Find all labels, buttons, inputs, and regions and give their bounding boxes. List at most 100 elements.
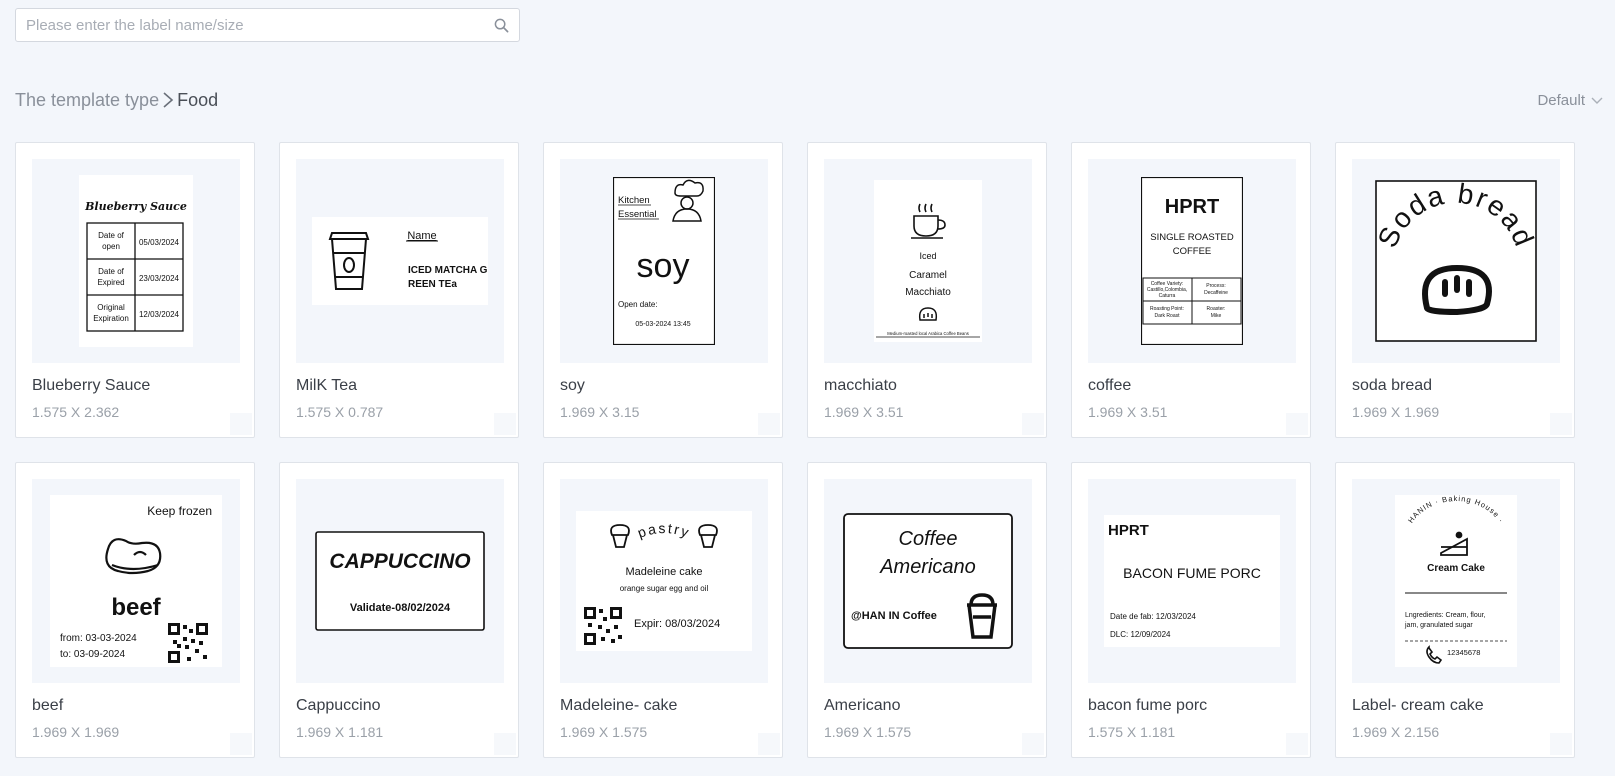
template-card[interactable]: HPRT BACON FUME PORC Date de fab: 12/03/…	[1071, 462, 1311, 758]
template-card[interactable]: pastry Madeleine cake orange sugar egg a…	[543, 462, 783, 758]
template-thumbnail: HPRT BACON FUME PORC Date de fab: 12/03/…	[1088, 479, 1296, 683]
template-card[interactable]: Iced Caramel Macchiato Medium-roasted lo…	[807, 142, 1047, 438]
template-name: Blueberry Sauce	[32, 377, 151, 394]
template-name: Madeleine- cake	[560, 697, 678, 714]
template-card[interactable]: Kitchen Essential soy Open date: 05-03-2…	[543, 142, 783, 438]
svg-text:Iced: Iced	[919, 251, 936, 261]
svg-text:Validate-08/02/2024: Validate-08/02/2024	[350, 602, 451, 614]
svg-text:orange sugar egg and oil: orange sugar egg and oil	[620, 584, 709, 593]
svg-text:Caramel: Caramel	[909, 270, 947, 281]
svg-text:Lngredients: Cream, flour,: Lngredients: Cream, flour,	[1405, 612, 1486, 619]
qr-code-icon	[168, 623, 208, 663]
template-size: 1.969 X 1.181	[296, 724, 384, 740]
template-name: Cappuccino	[296, 697, 381, 714]
search-box[interactable]	[15, 8, 520, 42]
svg-text:Date of: Date of	[98, 231, 125, 240]
template-size: 1.969 X 1.969	[32, 724, 120, 740]
svg-text:Process:: Process:	[1206, 283, 1225, 289]
svg-text:05/03/2024: 05/03/2024	[139, 238, 180, 247]
label-preview-milk-tea: Name ICED MATCHA G REEN TEa	[312, 217, 488, 305]
template-size: 1.575 X 2.362	[32, 404, 120, 420]
svg-text:Madeleine cake: Madeleine cake	[625, 566, 702, 578]
template-size: 1.969 X 3.51	[824, 404, 904, 420]
template-name: soy	[560, 377, 585, 394]
svg-text:23/03/2024: 23/03/2024	[139, 274, 180, 283]
svg-text:Name: Name	[407, 230, 436, 242]
svg-text:@HAN IN Coffee: @HAN IN Coffee	[851, 610, 937, 622]
svg-text:SINGLE ROASTED: SINGLE ROASTED	[1150, 232, 1234, 243]
svg-text:Macchiato: Macchiato	[905, 287, 951, 298]
template-card[interactable]: Blueberry Sauce Date of open 05/03/2024 …	[15, 142, 255, 438]
template-thumbnail: Coffee Americano @HAN IN Coffee	[824, 479, 1032, 683]
sort-dropdown[interactable]: Default	[1537, 92, 1603, 109]
sort-label: Default	[1537, 92, 1585, 109]
label-preview-americano: Coffee Americano @HAN IN Coffee	[843, 513, 1013, 649]
svg-text:REEN TEa: REEN TEa	[408, 279, 457, 290]
svg-text:Americano: Americano	[879, 556, 976, 578]
template-size: 1.969 X 3.15	[560, 404, 640, 420]
template-card[interactable]: Name ICED MATCHA G REEN TEa MilK Tea 1.5…	[279, 142, 519, 438]
template-thumbnail: Soda bread	[1352, 159, 1560, 363]
svg-text:DLC: 12/09/2024: DLC: 12/09/2024	[1110, 630, 1171, 639]
template-name: Americano	[824, 697, 901, 714]
svg-text:HPRT: HPRT	[1165, 196, 1219, 218]
label-preview-soda-bread: Soda bread	[1375, 180, 1537, 342]
svg-text:soy: soy	[637, 247, 690, 285]
search-input[interactable]	[26, 16, 493, 34]
template-name: beef	[32, 697, 64, 714]
template-thumbnail: Name ICED MATCHA G REEN TEa	[296, 159, 504, 363]
template-thumbnail: Kitchen Essential soy Open date: 05-03-2…	[560, 159, 768, 363]
template-size: 1.575 X 1.181	[1088, 724, 1176, 740]
svg-text:Date of: Date of	[98, 267, 125, 276]
template-grid: Blueberry Sauce Date of open 05/03/2024 …	[15, 142, 1575, 758]
svg-text:05-03-2024 13:45: 05-03-2024 13:45	[635, 321, 690, 328]
template-name: bacon fume porc	[1088, 697, 1208, 714]
svg-text:ICED MATCHA G: ICED MATCHA G	[408, 265, 488, 276]
search-icon[interactable]	[493, 17, 509, 33]
label-preview-cappuccino: CAPPUCCINO Validate-08/02/2024	[315, 531, 485, 631]
svg-text:Keep frozen: Keep frozen	[147, 504, 212, 518]
svg-text:Open date:: Open date:	[618, 300, 658, 309]
svg-text:open: open	[102, 242, 120, 251]
template-thumbnail: Keep frozen beef from: 03-03-2024 to: 03…	[32, 479, 240, 683]
breadcrumb-current: Food	[177, 89, 219, 110]
template-card[interactable]: HANIN · Baking House · Cream Cake Lngred…	[1335, 462, 1575, 758]
template-size: 1.969 X 1.969	[1352, 404, 1440, 420]
svg-text:to: 03-09-2024: to: 03-09-2024	[60, 649, 125, 660]
template-size: 1.969 X 1.575	[824, 724, 912, 740]
chevron-right-icon	[162, 91, 174, 109]
svg-text:Expir: 08/03/2024: Expir: 08/03/2024	[634, 618, 720, 630]
template-name: macchiato	[824, 377, 897, 394]
label-preview-coffee: HPRT SINGLE ROASTED COFFEE Coffee Variet…	[1141, 177, 1243, 345]
template-card[interactable]: Soda bread soda bread 1.969 X 1.969	[1335, 142, 1575, 438]
svg-text:Caturra: Caturra	[1159, 293, 1176, 299]
label-preview-bacon: HPRT BACON FUME PORC Date de fab: 12/03/…	[1104, 515, 1280, 647]
template-card[interactable]: Coffee Americano @HAN IN Coffee American…	[807, 462, 1047, 758]
svg-text:BACON FUME PORC: BACON FUME PORC	[1123, 565, 1261, 581]
svg-text:HPRT: HPRT	[1108, 522, 1149, 539]
template-size: 1.969 X 2.156	[1352, 724, 1440, 740]
svg-text:Roaster:: Roaster:	[1207, 306, 1226, 312]
svg-text:12345678: 12345678	[1447, 648, 1480, 657]
template-card[interactable]: CAPPUCCINO Validate-08/02/2024 Cappuccin…	[279, 462, 519, 758]
template-size: 1.575 X 0.787	[296, 404, 384, 420]
svg-text:Roasting Point:: Roasting Point:	[1150, 306, 1184, 312]
template-card[interactable]: HPRT SINGLE ROASTED COFFEE Coffee Variet…	[1071, 142, 1311, 438]
svg-text:Medium-roasted local Arabica C: Medium-roasted local Arabica Coffee Bean…	[887, 331, 969, 336]
template-thumbnail: Iced Caramel Macchiato Medium-roasted lo…	[824, 159, 1032, 363]
template-thumbnail: CAPPUCCINO Validate-08/02/2024	[296, 479, 504, 683]
svg-text:Expired: Expired	[97, 278, 124, 287]
svg-text:Essential: Essential	[618, 209, 657, 220]
svg-text:Coffee: Coffee	[899, 528, 958, 550]
template-size: 1.969 X 3.51	[1088, 404, 1168, 420]
template-card[interactable]: Keep frozen beef from: 03-03-2024 to: 03…	[15, 462, 255, 758]
breadcrumb-root[interactable]: The template type	[15, 90, 159, 111]
template-thumbnail: pastry Madeleine cake orange sugar egg a…	[560, 479, 768, 683]
label-preview-macchiato: Iced Caramel Macchiato Medium-roasted lo…	[874, 180, 982, 342]
template-thumbnail: HANIN · Baking House · Cream Cake Lngred…	[1352, 479, 1560, 683]
svg-text:from: 03-03-2024: from: 03-03-2024	[60, 633, 137, 644]
svg-text:Blueberry Sauce: Blueberry Sauce	[84, 200, 187, 213]
svg-text:COFFEE: COFFEE	[1173, 246, 1212, 257]
svg-text:jam, granulated sugar: jam, granulated sugar	[1404, 622, 1473, 629]
template-name: MilK Tea	[296, 377, 358, 394]
